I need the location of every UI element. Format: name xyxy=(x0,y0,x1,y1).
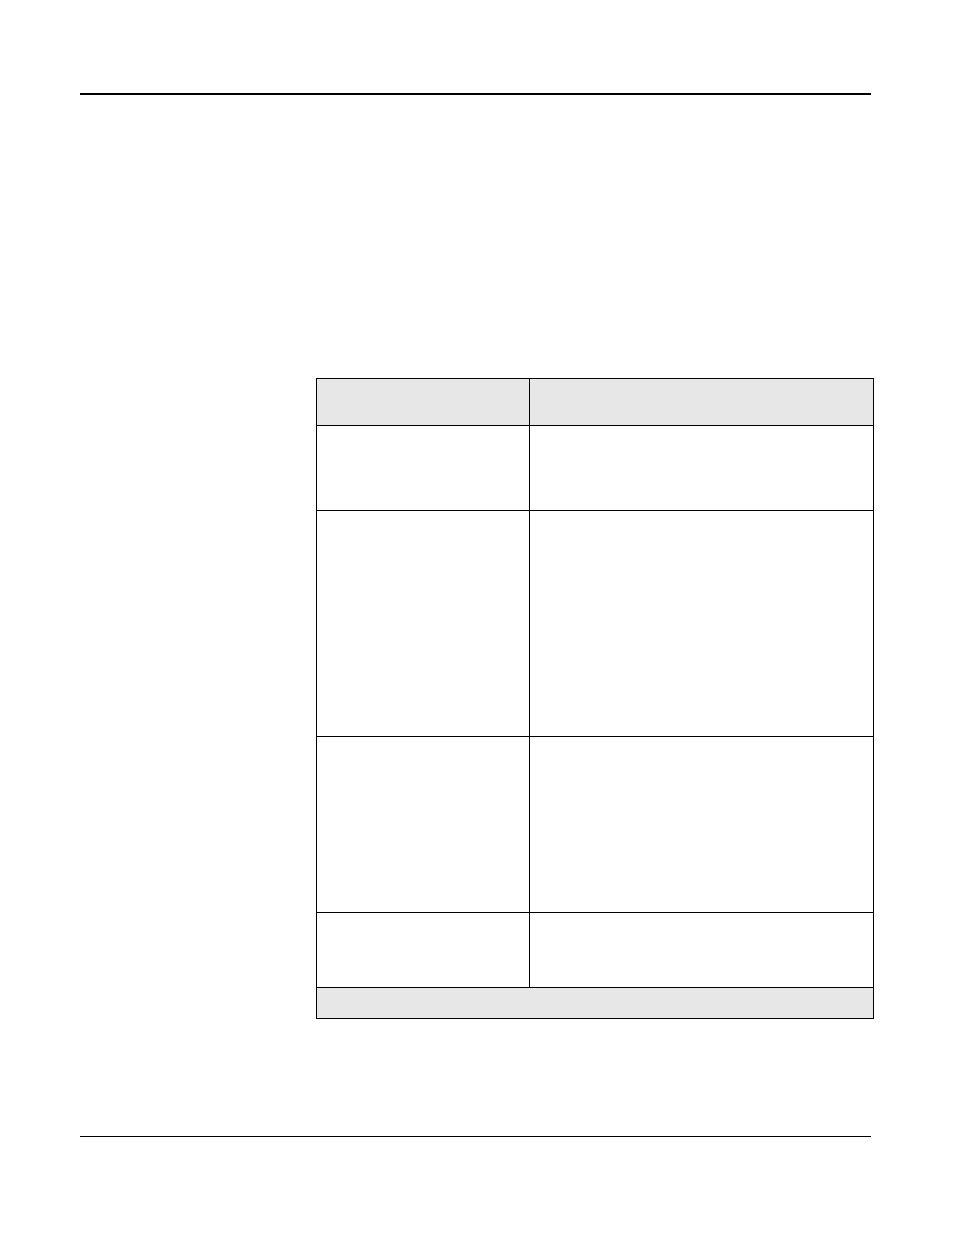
table-row xyxy=(317,737,874,913)
table-container xyxy=(316,378,873,1019)
table-cell xyxy=(530,913,874,988)
header-rule xyxy=(80,93,871,95)
table-cell xyxy=(530,511,874,737)
table-row xyxy=(317,913,874,988)
footer-rule xyxy=(80,1136,871,1137)
data-table xyxy=(316,378,874,1019)
table-cell xyxy=(317,426,530,511)
table-header-col1 xyxy=(317,379,530,426)
table-header-col2 xyxy=(530,379,874,426)
page xyxy=(0,0,954,1235)
table-row xyxy=(317,511,874,737)
table-cell xyxy=(317,913,530,988)
table-cell xyxy=(317,511,530,737)
table-footer-row xyxy=(317,988,874,1019)
table-cell xyxy=(317,737,530,913)
table-footer-cell xyxy=(317,988,874,1019)
table-cell xyxy=(530,426,874,511)
table-cell xyxy=(530,737,874,913)
table-row xyxy=(317,426,874,511)
table-header-row xyxy=(317,379,874,426)
